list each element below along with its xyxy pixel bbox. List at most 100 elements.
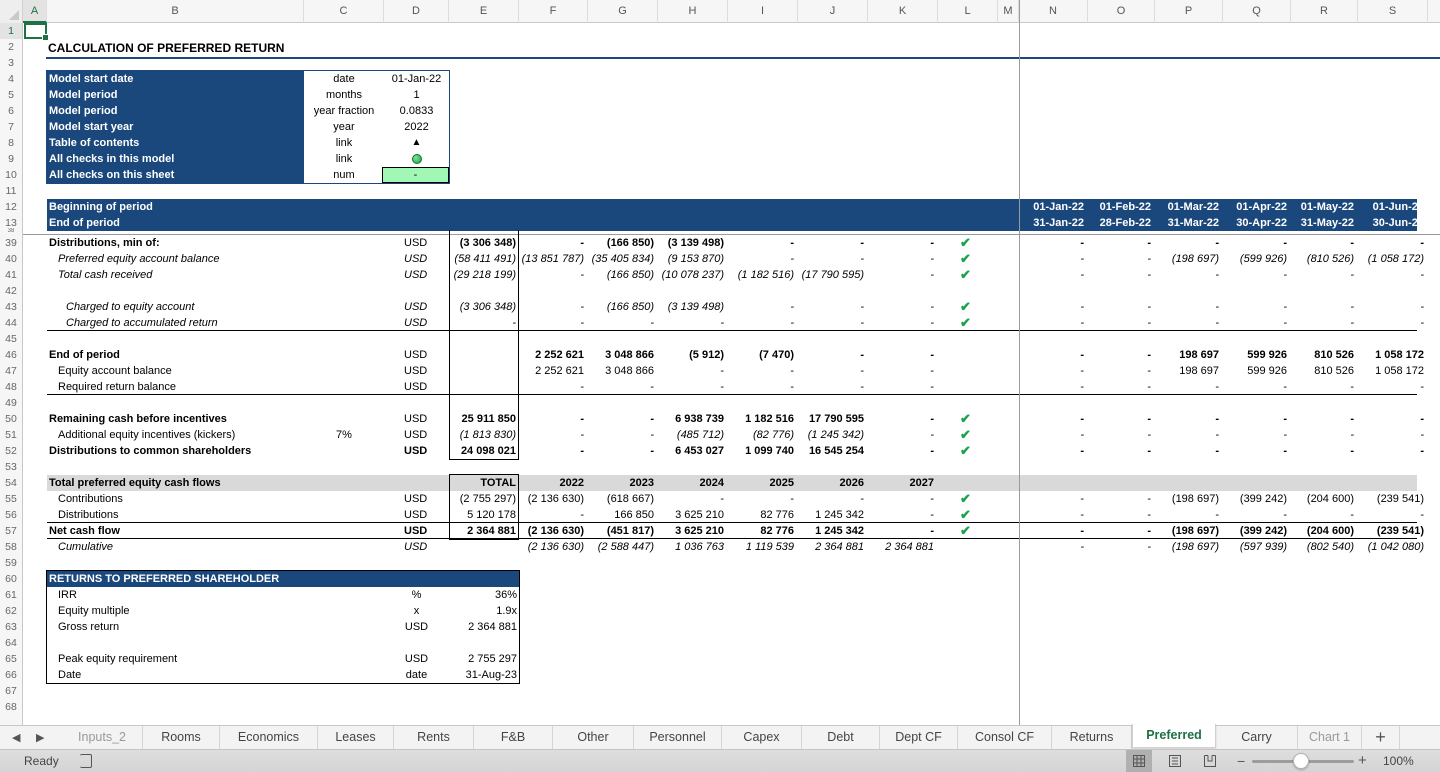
row-header-3[interactable]: 3 [0, 55, 22, 71]
column-header-l[interactable]: L [938, 0, 998, 23]
page-break-view-button[interactable] [1197, 750, 1223, 772]
row-header-59[interactable]: 59 [0, 555, 22, 571]
row-header-62[interactable]: 62 [0, 603, 22, 619]
sheet-tab-consol-cf[interactable]: Consol CF [958, 726, 1052, 750]
macro-record-icon[interactable] [80, 754, 92, 768]
selected-cell-a1[interactable] [24, 23, 49, 41]
row-header-38[interactable]: 38 [0, 228, 22, 234]
row-header-61[interactable]: 61 [0, 587, 22, 603]
column-header-k[interactable]: K [868, 0, 938, 23]
row-header-51[interactable]: 51 [0, 427, 22, 443]
column-header-s[interactable]: S [1358, 0, 1428, 23]
sheet-tab-leases[interactable]: Leases [318, 726, 394, 750]
sheet-tab-returns[interactable]: Returns [1052, 726, 1132, 750]
row-header-55[interactable]: 55 [0, 491, 22, 507]
column-header-i[interactable]: I [728, 0, 798, 23]
sheet-tab-rents[interactable]: Rents [394, 726, 474, 750]
sheet-tab-rooms[interactable]: Rooms [143, 726, 220, 750]
checks-status-link[interactable] [384, 151, 449, 167]
sheet-tab-economics[interactable]: Economics [220, 726, 318, 750]
zoom-level[interactable]: 100% [1383, 750, 1414, 772]
sheet-tab-carry[interactable]: Carry [1216, 726, 1298, 750]
row-header-63[interactable]: 63 [0, 619, 22, 635]
column-header-m[interactable]: M [998, 0, 1019, 23]
row-header-4[interactable]: 4 [0, 71, 22, 87]
row-header-1[interactable]: 1 [0, 23, 22, 39]
select-all-button[interactable] [0, 0, 23, 23]
column-header-c[interactable]: C [304, 0, 384, 23]
row-header-52[interactable]: 52 [0, 443, 22, 459]
row-header-56[interactable]: 56 [0, 507, 22, 523]
row-header-44[interactable]: 44 [0, 315, 22, 331]
zoom-slider-knob[interactable] [1293, 753, 1309, 769]
row-header-50[interactable]: 50 [0, 411, 22, 427]
column-header-j[interactable]: J [798, 0, 868, 23]
check-mark-icon: ✔ [960, 523, 971, 538]
column-header-a[interactable]: A [23, 0, 47, 23]
row-header-2[interactable]: 2 [0, 39, 22, 55]
row-header-45[interactable]: 45 [0, 331, 22, 347]
column-header-b[interactable]: B [47, 0, 304, 23]
table-of-contents-link-icon[interactable]: ▲ [384, 135, 449, 151]
sheet-tab-debt[interactable]: Debt [802, 726, 880, 750]
row-header-68[interactable]: 68 [0, 699, 22, 715]
worksheet-grid[interactable]: CALCULATION OF PREFERRED RETURN Model st… [23, 23, 1440, 725]
row-header-8[interactable]: 8 [0, 135, 22, 151]
row-header-7[interactable]: 7 [0, 119, 22, 135]
year-value: 3 048 866 [605, 365, 654, 377]
row-header-57[interactable]: 57 [0, 523, 22, 539]
row-header-9[interactable]: 9 [0, 151, 22, 167]
sheet-tab-capex[interactable]: Capex [722, 726, 802, 750]
sheet-tab-inputs-2[interactable]: Inputs_2 [62, 726, 143, 750]
column-header-h[interactable]: H [658, 0, 728, 23]
row-header-64[interactable]: 64 [0, 635, 22, 651]
prev-sheet-button[interactable]: ◀ [12, 726, 20, 750]
row-header-40[interactable]: 40 [0, 251, 22, 267]
row-header-66[interactable]: 66 [0, 667, 22, 683]
row-header-5[interactable]: 5 [0, 87, 22, 103]
add-sheet-button[interactable]: + [1362, 726, 1400, 750]
column-header-p[interactable]: P [1155, 0, 1223, 23]
column-header-o[interactable]: O [1088, 0, 1155, 23]
column-header-n[interactable]: N [1019, 0, 1088, 23]
sheet-tab-preferred[interactable]: Preferred [1132, 724, 1216, 748]
normal-view-button[interactable] [1126, 750, 1152, 772]
row-header-6[interactable]: 6 [0, 103, 22, 119]
column-header-f[interactable]: F [519, 0, 588, 23]
row-header-54[interactable]: 54 [0, 475, 22, 491]
row-header-49[interactable]: 49 [0, 395, 22, 411]
sheet-tab-dept-cf[interactable]: Dept CF [880, 726, 958, 750]
row-label: Charged to accumulated return [66, 317, 218, 329]
row-header-11[interactable]: 11 [0, 183, 22, 199]
column-header-g[interactable]: G [588, 0, 658, 23]
sheet-tab-chart-1[interactable]: Chart 1 [1298, 726, 1362, 750]
row-header-47[interactable]: 47 [0, 363, 22, 379]
row-header-67[interactable]: 67 [0, 683, 22, 699]
row-header-65[interactable]: 65 [0, 651, 22, 667]
sheet-tab-other[interactable]: Other [553, 726, 634, 750]
sheet-tab-f-b[interactable]: F&B [474, 726, 553, 750]
zoom-out-button[interactable]: − [1237, 750, 1245, 772]
year-value: (1 245 342) [807, 429, 864, 441]
row-header-42[interactable]: 42 [0, 283, 22, 299]
column-header-e[interactable]: E [449, 0, 519, 23]
row-header-48[interactable]: 48 [0, 379, 22, 395]
monthly-value: - [1147, 253, 1151, 265]
column-header-d[interactable]: D [384, 0, 449, 23]
sheet-checks-value: - [382, 167, 449, 183]
page-layout-view-button[interactable] [1162, 750, 1188, 772]
column-header-r[interactable]: R [1291, 0, 1358, 23]
row-header-46[interactable]: 46 [0, 347, 22, 363]
row-header-12[interactable]: 12 [0, 199, 22, 215]
row-header-41[interactable]: 41 [0, 267, 22, 283]
row-header-53[interactable]: 53 [0, 459, 22, 475]
row-header-39[interactable]: 39 [0, 235, 22, 251]
row-header-60[interactable]: 60 [0, 571, 22, 587]
row-header-58[interactable]: 58 [0, 539, 22, 555]
column-header-q[interactable]: Q [1223, 0, 1291, 23]
row-header-10[interactable]: 10 [0, 167, 22, 183]
sheet-tab-personnel[interactable]: Personnel [634, 726, 722, 750]
zoom-in-button[interactable]: + [1358, 750, 1367, 772]
next-sheet-button[interactable]: ▶ [36, 726, 44, 750]
row-header-43[interactable]: 43 [0, 299, 22, 315]
